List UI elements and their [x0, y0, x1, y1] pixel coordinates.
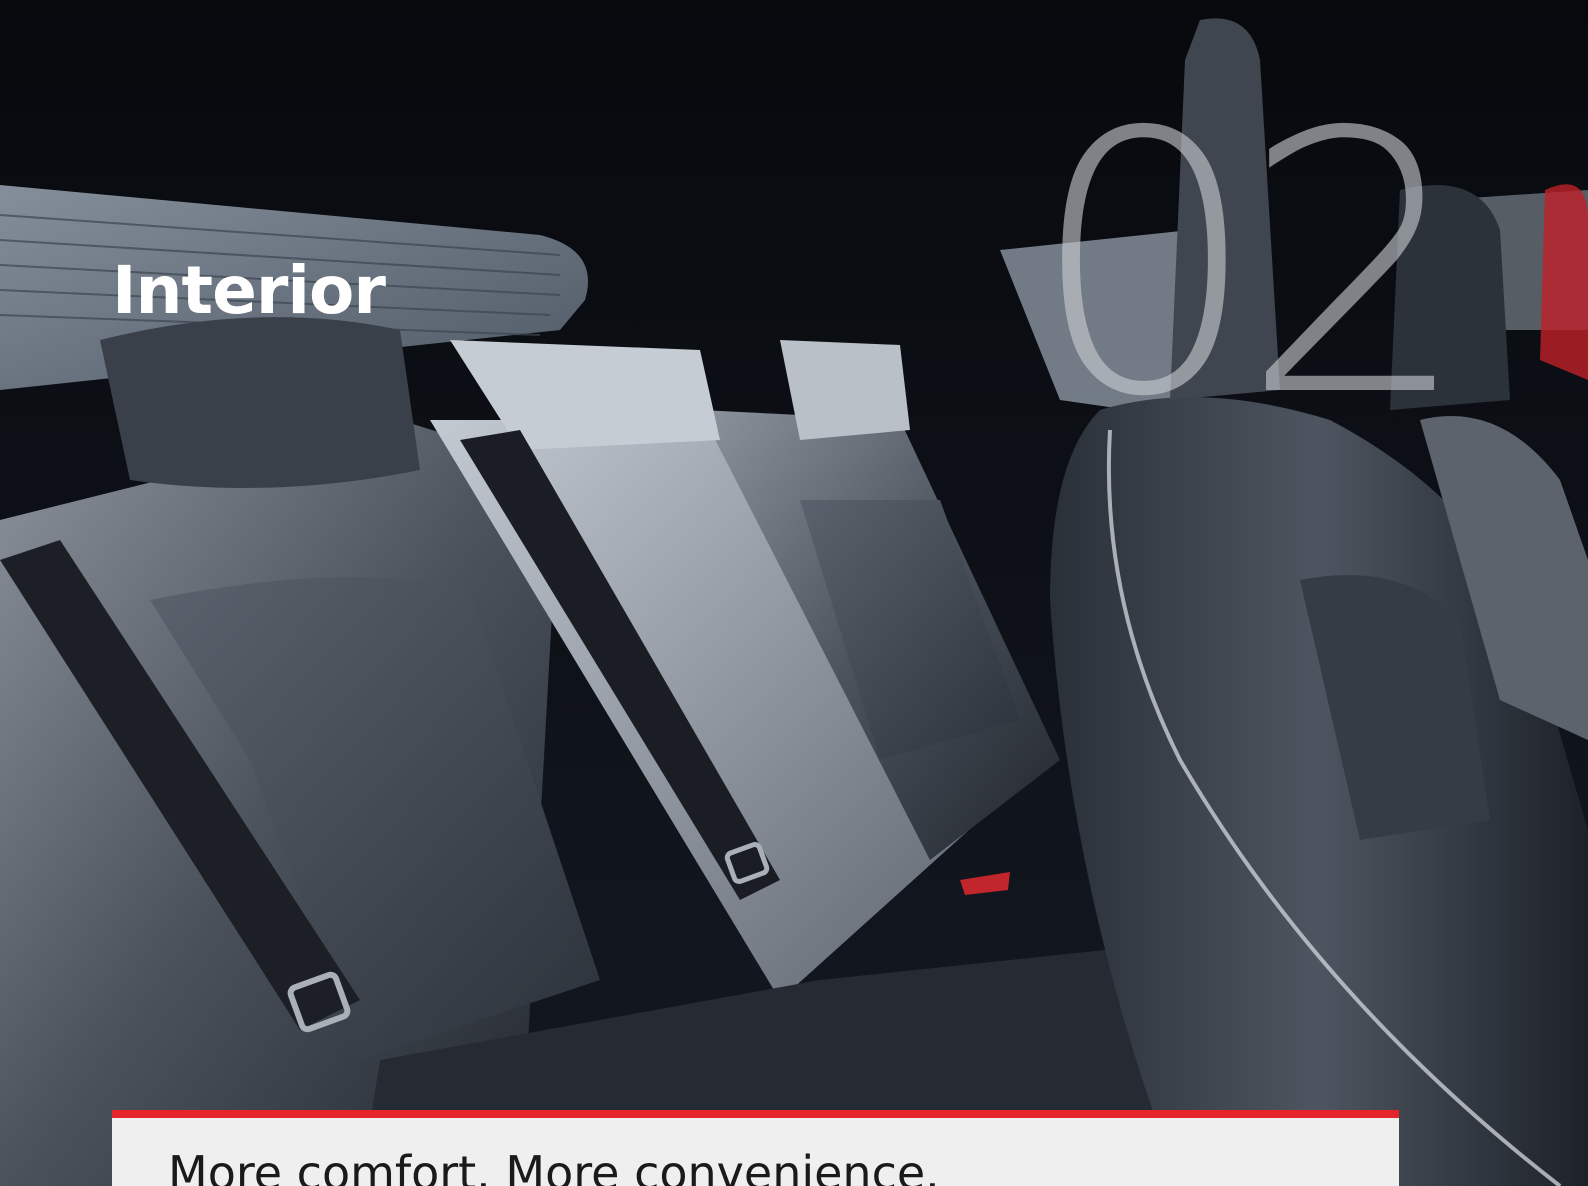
brochure-page: Interior 02 More comfort. More convenien…	[0, 0, 1588, 1186]
caption-box: More comfort. More convenience.	[112, 1110, 1399, 1186]
caption-headline: More comfort. More convenience.	[168, 1146, 940, 1186]
section-title: Interior	[112, 252, 386, 329]
section-number: 02	[1030, 56, 1470, 475]
